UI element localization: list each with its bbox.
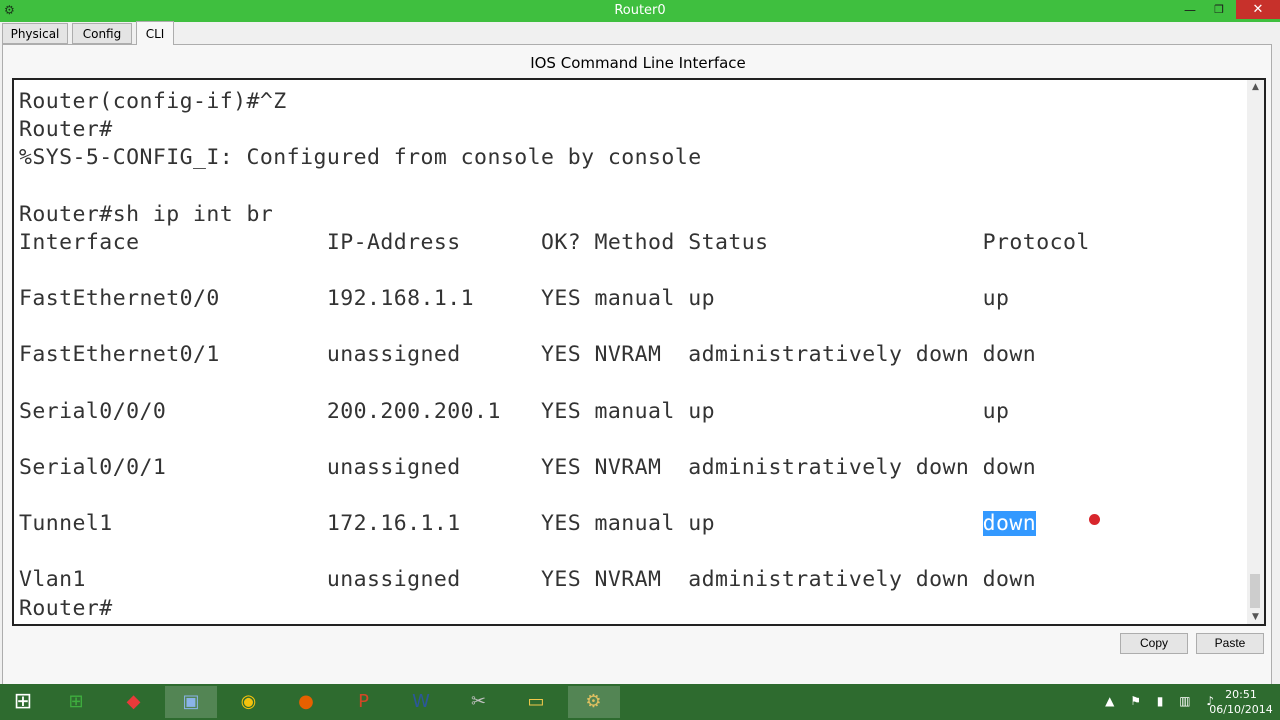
snipping-icon[interactable]: ✂ xyxy=(453,686,505,718)
terminal-line: Router# xyxy=(19,117,113,143)
terminal-line: Router# xyxy=(19,595,113,621)
terminal-line: Tunnel1 172.16.1.1 YES manual up down xyxy=(19,511,1037,537)
terminal-line: FastEthernet0/1 unassigned YES NVRAM adm… xyxy=(19,342,1037,368)
copy-button[interactable]: Copy xyxy=(1120,633,1188,654)
store-icon[interactable]: ⊞ xyxy=(50,686,102,718)
title-bar[interactable]: ⚙ Router0 — ❐ ✕ xyxy=(0,0,1280,22)
tab-physical[interactable]: Physical xyxy=(2,23,68,44)
terminal-line: Vlan1 unassigned YES NVRAM administrativ… xyxy=(19,567,1037,593)
tab-config[interactable]: Config xyxy=(72,23,132,44)
video-icon[interactable]: ▣ xyxy=(165,686,217,718)
system-tray-icons[interactable]: ▲ ⚑ ▮ ▥ ♪ xyxy=(1105,694,1220,708)
terminal-line: Interface IP-Address OK? Method Status P… xyxy=(19,229,1090,255)
maximize-button[interactable]: ❐ xyxy=(1205,0,1233,20)
terminal-scrollbar[interactable]: ▲ ▼ xyxy=(1247,80,1264,624)
terminal-line: Serial0/0/0 200.200.200.1 YES manual up … xyxy=(19,398,1010,424)
tab-cli[interactable]: CLI xyxy=(136,21,174,45)
cli-terminal[interactable]: Router(config-if)#^Z Router# %SYS-5-CONFIG… xyxy=(12,78,1266,626)
minimize-button[interactable]: — xyxy=(1175,0,1205,20)
window-title: Router0 xyxy=(614,3,666,18)
app-icon[interactable]: ◆ xyxy=(108,686,160,718)
router-window: ⚙ Router0 — ❐ ✕ Physical Config CLI IOS … xyxy=(0,0,1280,684)
terminal-line: FastEthernet0/0 192.168.1.1 YES manual u… xyxy=(19,285,1010,311)
explorer-icon[interactable]: ▭ xyxy=(510,686,562,718)
firefox-icon[interactable]: ● xyxy=(280,686,332,718)
scroll-up-icon[interactable]: ▲ xyxy=(1247,82,1264,92)
taskbar: ⊞ ⊞ ◆ ▣ ◉ ● P W ✂ ▭ ⚙ ▲ ⚑ ▮ ▥ ♪ 20:51 06/10/2014 xyxy=(0,684,1280,720)
mouse-cursor-indicator xyxy=(1089,514,1100,525)
scroll-down-icon[interactable]: ▼ xyxy=(1247,612,1264,622)
scroll-thumb[interactable] xyxy=(1250,574,1260,608)
panel-title: IOS Command Line Interface xyxy=(530,54,746,72)
packet-tracer-icon[interactable]: ⚙ xyxy=(567,686,620,718)
terminal-line: Router(config-if)#^Z xyxy=(19,89,287,114)
tab-divider xyxy=(2,44,1272,45)
clock[interactable]: 20:51 06/10/2014 xyxy=(1206,687,1276,717)
clock-date: 06/10/2014 xyxy=(1209,703,1273,716)
windows-start-icon[interactable]: ⊞ xyxy=(0,686,46,718)
paste-button[interactable]: Paste xyxy=(1196,633,1264,654)
selected-text[interactable]: down xyxy=(982,511,1037,537)
terminal-line: Router#sh ip int br xyxy=(19,201,274,227)
word-icon[interactable]: W xyxy=(395,686,447,718)
chrome-icon[interactable]: ◉ xyxy=(223,686,275,718)
terminal-line: Serial0/0/1 unassigned YES NVRAM adminis… xyxy=(19,454,1037,480)
clock-time: 20:51 xyxy=(1225,688,1257,701)
close-button[interactable]: ✕ xyxy=(1236,0,1280,19)
terminal-line: %SYS-5-CONFIG_I: Configured from console… xyxy=(19,145,702,171)
powerpoint-icon[interactable]: P xyxy=(338,686,390,718)
terminal-output[interactable]: Router(config-if)#^Z Router# %SYS-5-CONFIG… xyxy=(19,88,1090,623)
